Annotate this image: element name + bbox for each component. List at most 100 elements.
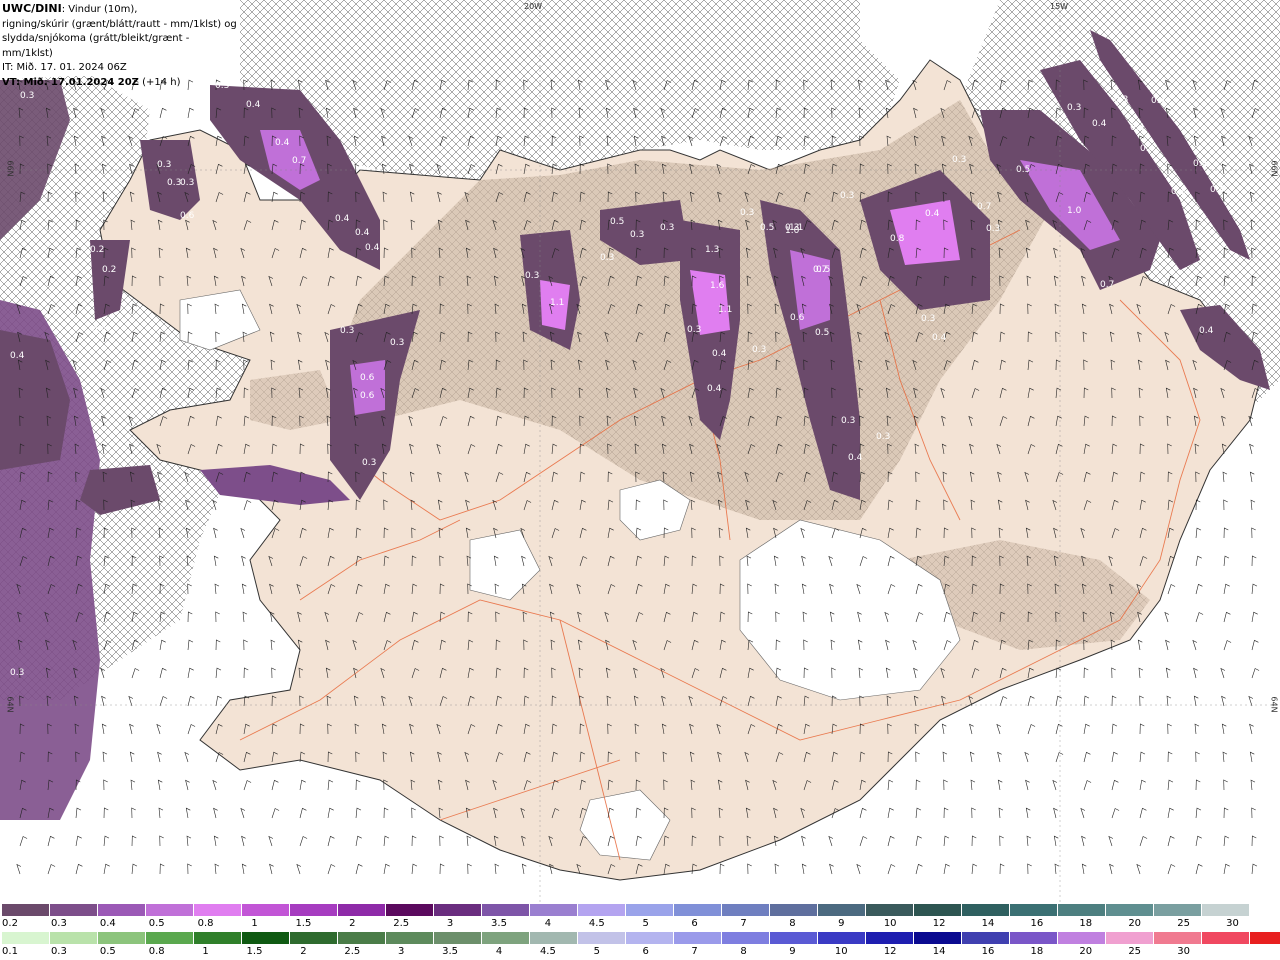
legend-tick-label: 6 [642, 946, 649, 957]
legend-tick-label: 25 [1177, 918, 1190, 929]
legend-swatch [98, 904, 146, 916]
legend-tick-label: 12 [932, 918, 946, 929]
valid-time-value: VT: Mið. 17.01.2024 20Z [2, 76, 139, 88]
precip-value-label: 0.6 [180, 211, 195, 221]
legend-rain: 0.1 0.3 0.5 0.8 1 1.5 2 2.5 3 3.5 4 4.5 5 6 7 8 9 10 12 14 1… [0, 932, 1280, 960]
precip-value-label: 0.5 [815, 328, 829, 338]
legend-tick-label: 10 [883, 918, 897, 929]
precip-value-label: 0.5 [610, 217, 624, 227]
legend-tick-label: 0.1 [2, 946, 18, 957]
legend-swatch [626, 904, 674, 916]
legend-swatch [530, 904, 578, 916]
header-line-2: rigning/skúrir (grænt/blátt/rautt - mm/1… [2, 18, 237, 30]
precip-value-label: 0.3 [525, 271, 539, 281]
legend-tick-label: 7 [691, 946, 698, 957]
precip-value-label: 0.4 [335, 214, 350, 224]
precip-value-label: 0.2 [90, 245, 104, 255]
legend-tick-label: 14 [932, 946, 946, 957]
legend-tick-label: 3.5 [491, 918, 507, 929]
legend-swatch [818, 932, 866, 944]
forecast-lead: (+14 h) [138, 76, 181, 88]
precip-value-label: 0.3 [180, 178, 194, 188]
legend-swatch [674, 932, 722, 944]
precip-value-label: 0.3 [876, 432, 890, 442]
precip-value-label: 0.3 [1171, 187, 1185, 197]
precip-value-label: 1.0 [785, 226, 800, 236]
legend-tick-label: 16 [981, 946, 995, 957]
precip-value-label: 0.7 [292, 156, 306, 166]
precip-value-label: 0.7 [977, 202, 991, 212]
legend-swatch [962, 904, 1010, 916]
legend-tick-label: 1.5 [246, 946, 263, 957]
legend-swatch [434, 932, 482, 944]
legend-swatch [290, 904, 338, 916]
legend-swatch [2, 904, 50, 916]
legend-swatch [722, 932, 770, 944]
precip-value-label: 0.3 [660, 223, 674, 233]
legend-tick-label: 5 [642, 918, 649, 929]
precip-value-label: 0.4 [848, 453, 863, 463]
legend-tick-label: 3 [398, 946, 405, 957]
precip-value-label: 0.4 [355, 228, 370, 238]
precip-value-label: 0.3 [390, 338, 404, 348]
precip-value-label: 0.3 [952, 155, 966, 165]
precip-value-label: 1.1 [550, 298, 564, 308]
legend-swatch [674, 904, 722, 916]
precip-value-label: 0.5 [1016, 165, 1030, 175]
precip-value-label: 0.4 [712, 349, 727, 359]
legend-tick-label: 1 [202, 946, 209, 957]
legend-snow-ticks: 0.2 0.3 0.4 0.5 0.8 1 1.5 2 2.5 3 3.5 4 4.5 5 6 7 8 9 10 12… [0, 918, 1280, 930]
legend-tick-label: 4.5 [539, 946, 556, 957]
legend-tick-label: 8 [740, 946, 747, 957]
legend-swatch [1010, 904, 1058, 916]
legend-swatch [194, 904, 242, 916]
legend-tick-label: 0.8 [197, 918, 214, 929]
precip-value-label: 0.4 [707, 384, 722, 394]
legend-swatch [1202, 932, 1250, 944]
legend-tick-label: 3 [446, 918, 454, 929]
legend-tick-label: 8 [789, 918, 796, 929]
precip-value-label: 0.3 [340, 326, 354, 336]
legend-tick-label: 0.3 [50, 918, 67, 929]
legend-tick-label: 20 [1128, 918, 1142, 929]
legend-tick-label: 18 [1030, 946, 1044, 957]
legend-swatch [386, 932, 434, 944]
legend-swatch [1106, 904, 1154, 916]
precip-value-label: 0.3 [687, 325, 701, 335]
legend-tick-label: 10 [834, 946, 848, 957]
precip-value-label: 0.7 [813, 265, 827, 275]
legend-snow-swatches [2, 904, 1250, 917]
legend-swatch [1154, 904, 1202, 916]
lat-label-64n-right: 64N [1269, 696, 1279, 713]
legend-swatch [722, 904, 770, 916]
precip-value-label: 0.3 [752, 345, 766, 355]
precip-value-label: 0.6 [790, 313, 805, 323]
legend-swatch [770, 932, 818, 944]
legend-swatch [482, 932, 530, 944]
precip-value-label: 0.3 [362, 458, 376, 468]
legend-tick-label: 1.5 [295, 918, 312, 929]
precip-value-label: 0.2 [102, 265, 116, 275]
precip-value-label: 0.4 [925, 209, 940, 219]
legend-rain-ticks: 0.1 0.3 0.5 0.8 1 1.5 2 2.5 3 3.5 4 4.5 5 6 7 8 9 10 12 14 1… [0, 946, 1280, 958]
legend-swatch [866, 904, 914, 916]
legend-tick-label: 7 [740, 918, 747, 929]
precip-value-label: 0.4 [932, 333, 947, 343]
precip-value-label: 0.3 [1114, 95, 1128, 105]
legend-swatch [386, 904, 434, 916]
weather-map-figure: 0.3 0.3 0.4 0.4 0.7 0.6 0.3 0.3 0.3 0.4 0.4 0.4 0.2 0… [0, 0, 1280, 960]
header-valid-time: VT: Mið. 17.01.2024 20Z (+14 h) [2, 76, 240, 91]
precip-value-label: 0.8 [890, 234, 905, 244]
legend-swatch [290, 932, 338, 944]
legend-tick-label: 2 [300, 946, 307, 957]
legend-swatch [98, 932, 146, 944]
legend-swatch [770, 904, 818, 916]
legend-tick-label: 2 [349, 918, 356, 929]
precip-value-label: 0.3 [157, 160, 171, 170]
legend-swatch [866, 932, 914, 944]
precip-value-label: 0.4 [10, 351, 25, 361]
legend-swatch [914, 904, 962, 916]
legend-swatch [482, 904, 530, 916]
legend-tick-label: 5 [593, 946, 600, 957]
legend-swatch [338, 932, 386, 944]
